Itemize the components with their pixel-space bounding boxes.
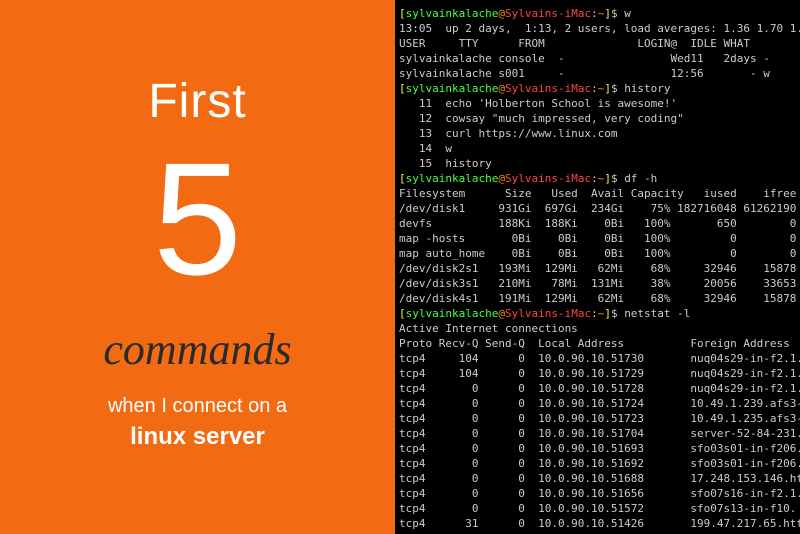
prompt-line-df: [sylvainkalache@Sylvains-iMac:~]$ df -h [395, 171, 800, 186]
output-df-2: devfs 188Ki 188Ki 0Bi 100% 650 0 [395, 216, 800, 231]
title-word-first: First [148, 74, 246, 129]
output-netstat-2: tcp4 104 0 10.0.90.10.51730 nuq04s29-in-… [395, 351, 800, 366]
output-netstat-7: tcp4 0 0 10.0.90.10.51704 server-52-84-2… [395, 426, 800, 441]
output-df-6: /dev/disk3s1 210Mi 78Mi 131Mi 38% 20056 … [395, 276, 800, 291]
output-df-5: /dev/disk2s1 193Mi 129Mi 62Mi 68% 32946 … [395, 261, 800, 276]
output-df-0: Filesystem Size Used Avail Capacity iuse… [395, 186, 800, 201]
output-netstat-6: tcp4 0 0 10.0.90.10.51723 10.49.1.235.af… [395, 411, 800, 426]
output-df-3: map -hosts 0Bi 0Bi 0Bi 100% 0 0 [395, 231, 800, 246]
output-netstat-4: tcp4 0 0 10.0.90.10.51728 nuq04s29-in-f2… [395, 381, 800, 396]
output-df-7: /dev/disk4s1 191Mi 129Mi 62Mi 68% 32946 … [395, 291, 800, 306]
output-netstat-5: tcp4 0 0 10.0.90.10.51724 10.49.1.239.af… [395, 396, 800, 411]
output-history-4: 15 history [395, 156, 800, 171]
output-netstat-1: Proto Recv-Q Send-Q Local Address Foreig… [395, 336, 800, 351]
output-w-0: 13:05 up 2 days, 1:13, 2 users, load ave… [395, 21, 800, 36]
output-history-2: 13 curl https://www.linux.com [395, 126, 800, 141]
output-w-2: sylvainkalache console - Wed11 2days - [395, 51, 800, 66]
output-netstat-13: tcp4 31 0 10.0.90.10.51426 199.47.217.65… [395, 516, 800, 531]
title-number-five: 5 [153, 139, 242, 299]
prompt-line-w: [sylvainkalache@Sylvains-iMac:~]$ w [395, 6, 800, 21]
output-history-3: 14 w [395, 141, 800, 156]
output-df-1: /dev/disk1 931Gi 697Gi 234Gi 75% 1827160… [395, 201, 800, 216]
output-history-1: 12 cowsay "much impressed, very coding" [395, 111, 800, 126]
prompt-line-netstat: [sylvainkalache@Sylvains-iMac:~]$ netsta… [395, 306, 800, 321]
title-card: First 5 commands when I connect on a lin… [0, 0, 395, 534]
subtitle-line-2: linux server [130, 423, 265, 451]
output-netstat-9: tcp4 0 0 10.0.90.10.51692 sfo03s01-in-f2… [395, 456, 800, 471]
terminal-window[interactable]: [sylvainkalache@Sylvains-iMac:~]$ w13:05… [395, 0, 800, 534]
output-netstat-3: tcp4 104 0 10.0.90.10.51729 nuq04s29-in-… [395, 366, 800, 381]
output-netstat-10: tcp4 0 0 10.0.90.10.51688 17.248.153.146… [395, 471, 800, 486]
output-netstat-8: tcp4 0 0 10.0.90.10.51693 sfo03s01-in-f2… [395, 441, 800, 456]
title-word-commands: commands [103, 324, 291, 375]
output-history-0: 11 echo 'Holberton School is awesome!' [395, 96, 800, 111]
output-netstat-11: tcp4 0 0 10.0.90.10.51656 sfo07s16-in-f2… [395, 486, 800, 501]
output-w-1: USER TTY FROM LOGIN@ IDLE WHAT [395, 36, 800, 51]
subtitle-line-1: when I connect on a [108, 395, 287, 418]
output-netstat-0: Active Internet connections [395, 321, 800, 336]
output-w-3: sylvainkalache s001 - 12:56 - w [395, 66, 800, 81]
prompt-line-history: [sylvainkalache@Sylvains-iMac:~]$ histor… [395, 81, 800, 96]
output-df-4: map auto_home 0Bi 0Bi 0Bi 100% 0 0 [395, 246, 800, 261]
output-netstat-12: tcp4 0 0 10.0.90.10.51572 sfo07s13-in-f1… [395, 501, 800, 516]
